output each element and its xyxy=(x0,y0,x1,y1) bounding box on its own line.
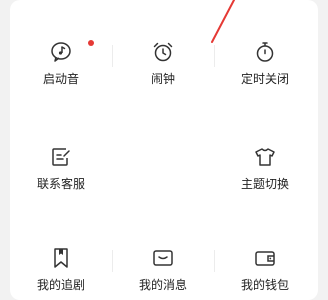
my-series-item[interactable]: 我的追剧 xyxy=(10,246,112,292)
divider xyxy=(214,250,215,272)
my-wallet-label: 我的钱包 xyxy=(240,278,289,292)
alarm-clock-icon xyxy=(153,42,173,62)
wallet-icon xyxy=(255,251,275,266)
theme-switch-item[interactable]: 主题切换 xyxy=(214,145,316,191)
notification-badge xyxy=(88,40,94,46)
my-messages-label: 我的消息 xyxy=(138,278,187,292)
timer-icon xyxy=(256,42,274,62)
divider xyxy=(112,250,113,272)
my-messages-item[interactable]: 我的消息 xyxy=(112,246,214,292)
feedback-edit-icon xyxy=(52,148,70,166)
divider xyxy=(112,45,113,67)
customer-service-label: 联系客服 xyxy=(36,177,85,191)
timer-off-label: 定时关闭 xyxy=(240,72,289,86)
alarm-label: 闹钟 xyxy=(150,72,175,86)
alarm-item[interactable]: 闹钟 xyxy=(112,40,214,86)
my-series-label: 我的追剧 xyxy=(36,278,85,292)
envelope-icon xyxy=(153,250,173,266)
my-wallet-item[interactable]: 我的钱包 xyxy=(214,246,316,292)
bookmark-icon xyxy=(54,248,68,268)
settings-grid-card: 启动音 闹钟 定时关闭 联系客服 主题切换 我的追剧 我的消息 我的钱包 xyxy=(10,0,318,300)
theme-switch-label: 主题切换 xyxy=(240,177,289,191)
music-note-bubble-icon xyxy=(51,42,71,62)
customer-service-item[interactable]: 联系客服 xyxy=(10,145,112,191)
startup-sound-label: 启动音 xyxy=(42,72,79,86)
tshirt-icon xyxy=(255,148,275,166)
startup-sound-item[interactable]: 启动音 xyxy=(10,40,112,86)
annotation-arrow xyxy=(211,0,235,43)
